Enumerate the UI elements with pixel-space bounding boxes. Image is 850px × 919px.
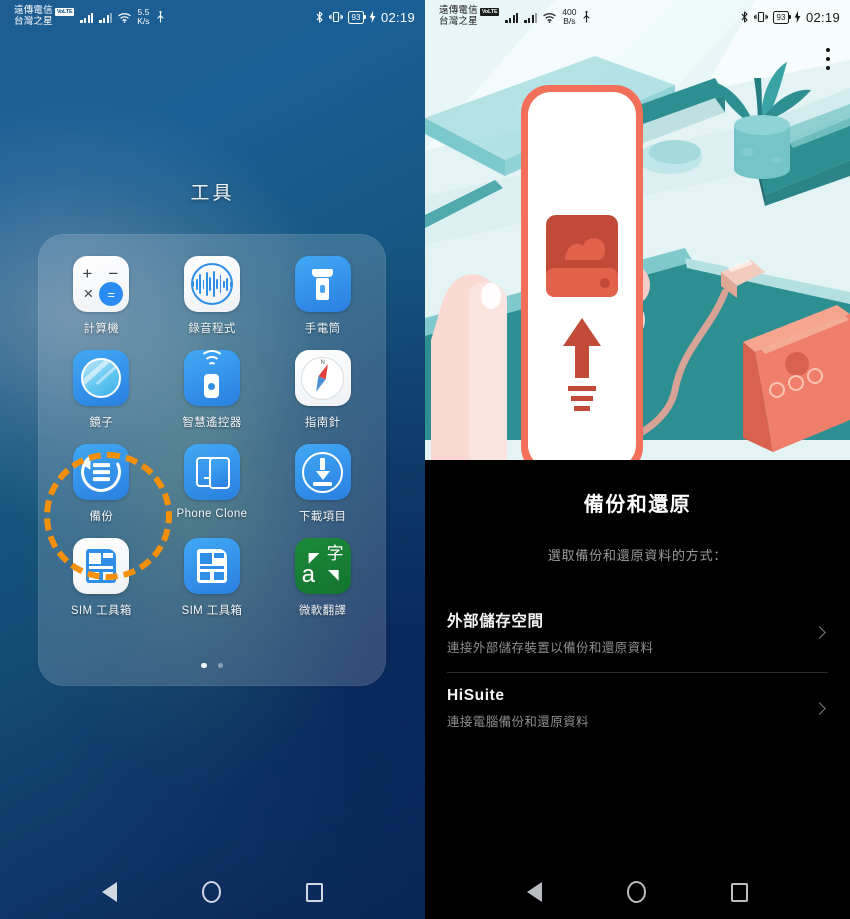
- dual-screenshot: 遠傳電信 VoLTE 台灣之星 5.5 K/s 93 02:19 工具 + − …: [0, 0, 850, 919]
- option-subtitle: 連接電腦備份和還原資料: [447, 715, 589, 729]
- navigation-bar-left: [0, 865, 425, 919]
- app-label: 微軟翻譯: [298, 605, 347, 617]
- signal-bars-sim1-icon: [80, 12, 94, 23]
- sim-toolkit-icon: [183, 538, 240, 594]
- carrier-info: 遠傳電信 VoLTE 台灣之星: [439, 6, 500, 27]
- option-hisuite[interactable]: HiSuite 連接電腦備份和還原資料: [447, 673, 828, 746]
- app-grid: + − × = 計算機 錄音程式 手電筒 鏡子 智慧遙控器 N 指南針 備份 P…: [46, 248, 378, 618]
- vibrate-icon: [754, 11, 768, 23]
- app-folder-panel: + − × = 計算機 錄音程式 手電筒 鏡子 智慧遙控器 N 指南針 備份 P…: [38, 234, 386, 686]
- kebab-dot: [826, 57, 830, 61]
- microsoft-translator-icon: ◤ a 字 ◥: [294, 538, 351, 594]
- wifi-icon: [543, 12, 556, 23]
- backup-illustration: [425, 0, 850, 460]
- app-microsoft-translator[interactable]: ◤ a 字 ◥ 微軟翻譯: [267, 530, 378, 618]
- app-flashlight[interactable]: 手電筒: [267, 248, 378, 336]
- usb-icon: [583, 11, 591, 23]
- status-bar-left-group: 遠傳電信 VoLTE 台灣之星 400 B/s: [439, 6, 591, 27]
- signal-bars-sim2-icon: [99, 12, 113, 23]
- folder-page-indicator: [38, 662, 386, 668]
- page-subtitle: 選取備份和還原資料的方式：: [547, 548, 728, 563]
- carrier-info: 遠傳電信 VoLTE 台灣之星: [14, 6, 75, 27]
- network-speed-right: 400 B/s: [562, 6, 577, 26]
- home-screen-panel: 遠傳電信 VoLTE 台灣之星 5.5 K/s 93 02:19 工具 + − …: [0, 0, 425, 919]
- app-label: 計算機: [83, 323, 120, 335]
- status-bar-right-group: 93 02:19: [740, 10, 840, 25]
- option-subtitle: 連接外部儲存裝置以備份和還原資料: [447, 641, 654, 655]
- sound-recorder-icon: [183, 256, 240, 312]
- flashlight-icon: [294, 256, 351, 312]
- battery-indicator: 93: [773, 10, 791, 24]
- page-title: 備份和還原: [583, 494, 692, 516]
- calculator-icon: + − × =: [73, 256, 130, 312]
- clock: 02:19: [805, 9, 840, 25]
- recents-button-icon[interactable]: [730, 882, 748, 902]
- network-speed-left: 5.5 K/s: [137, 6, 150, 26]
- app-label: 手電筒: [304, 323, 341, 335]
- app-label: 鏡子: [89, 417, 114, 429]
- mirror-icon: [73, 350, 130, 406]
- app-label: SIM 工具箱: [181, 605, 243, 617]
- app-smart-remote[interactable]: 智慧遙控器: [157, 342, 268, 430]
- option-title: 外部儲存空間: [447, 613, 544, 630]
- sim-toolkit-icon: [73, 538, 130, 594]
- app-downloads[interactable]: 下載項目: [267, 436, 378, 524]
- app-sim-toolkit-2[interactable]: SIM 工具箱: [157, 530, 268, 618]
- app-mirror[interactable]: 鏡子: [46, 342, 157, 430]
- phone-clone-icon: [183, 444, 240, 500]
- bluetooth-icon: [316, 11, 323, 23]
- battery-indicator: 93: [348, 10, 366, 24]
- downloads-icon: [294, 444, 351, 500]
- app-label: 指南針: [304, 417, 341, 429]
- backup-icon: [73, 444, 130, 500]
- app-phone-clone[interactable]: Phone Clone: [157, 436, 268, 524]
- volte-badge: VoLTE: [54, 7, 75, 16]
- app-label: 備份: [89, 511, 114, 523]
- home-button-icon[interactable]: [201, 881, 221, 903]
- kebab-dot: [826, 48, 830, 52]
- app-sim-toolkit-1[interactable]: SIM 工具箱: [46, 530, 157, 618]
- charging-bolt-icon: [369, 11, 376, 23]
- page-dot[interactable]: [217, 662, 223, 668]
- volte-badge: VoLTE: [479, 7, 500, 16]
- bluetooth-icon: [741, 11, 748, 23]
- carrier-name-2: 台灣之星: [14, 16, 53, 27]
- app-sound-recorder[interactable]: 錄音程式: [157, 248, 268, 336]
- option-external-storage[interactable]: 外部儲存空間 連接外部儲存裝置以備份和還原資料: [447, 595, 828, 672]
- app-backup[interactable]: 備份: [46, 436, 157, 524]
- recents-button-icon[interactable]: [305, 882, 323, 902]
- status-bar-left: 遠傳電信 VoLTE 台灣之星 5.5 K/s 93 02:19: [0, 0, 425, 34]
- overflow-menu-button[interactable]: [822, 44, 834, 74]
- backup-options-list: 外部儲存空間 連接外部儲存裝置以備份和還原資料 HiSuite 連接電腦備份和還…: [447, 595, 828, 746]
- signal-bars-sim1-icon: [505, 12, 519, 23]
- page-dot-active[interactable]: [201, 662, 207, 668]
- app-label: 下載項目: [298, 511, 347, 523]
- app-calculator[interactable]: + − × = 計算機: [46, 248, 157, 336]
- app-label: SIM 工具箱: [70, 605, 132, 617]
- wifi-icon: [118, 12, 131, 23]
- home-button-icon[interactable]: [626, 881, 646, 903]
- vibrate-icon: [329, 11, 343, 23]
- compass-icon: N: [294, 350, 351, 406]
- status-bar-right-group: 93 02:19: [315, 10, 415, 25]
- app-compass[interactable]: N 指南針: [267, 342, 378, 430]
- kebab-dot: [826, 66, 830, 70]
- app-label: Phone Clone: [176, 508, 248, 520]
- app-label: 錄音程式: [188, 323, 236, 335]
- back-button-icon[interactable]: [527, 882, 543, 902]
- status-bar-right: 遠傳電信 VoLTE 台灣之星 400 B/s 93 02:19: [425, 0, 850, 34]
- smart-remote-icon: [183, 350, 240, 406]
- charging-bolt-icon: [794, 11, 801, 23]
- backup-restore-panel: 遠傳電信 VoLTE 台灣之星 400 B/s 93 02:19 備份和還原 選…: [425, 0, 850, 919]
- signal-bars-sim2-icon: [524, 12, 538, 23]
- option-title: HiSuite: [447, 687, 505, 704]
- status-bar-left-group: 遠傳電信 VoLTE 台灣之星 5.5 K/s: [14, 6, 165, 27]
- usb-icon: [156, 11, 164, 23]
- back-button-icon[interactable]: [102, 882, 118, 902]
- app-label: 智慧遙控器: [182, 417, 242, 429]
- clock: 02:19: [380, 9, 415, 25]
- folder-title: 工具: [190, 183, 235, 204]
- navigation-bar-right: [425, 865, 850, 919]
- carrier-name-2: 台灣之星: [439, 16, 478, 27]
